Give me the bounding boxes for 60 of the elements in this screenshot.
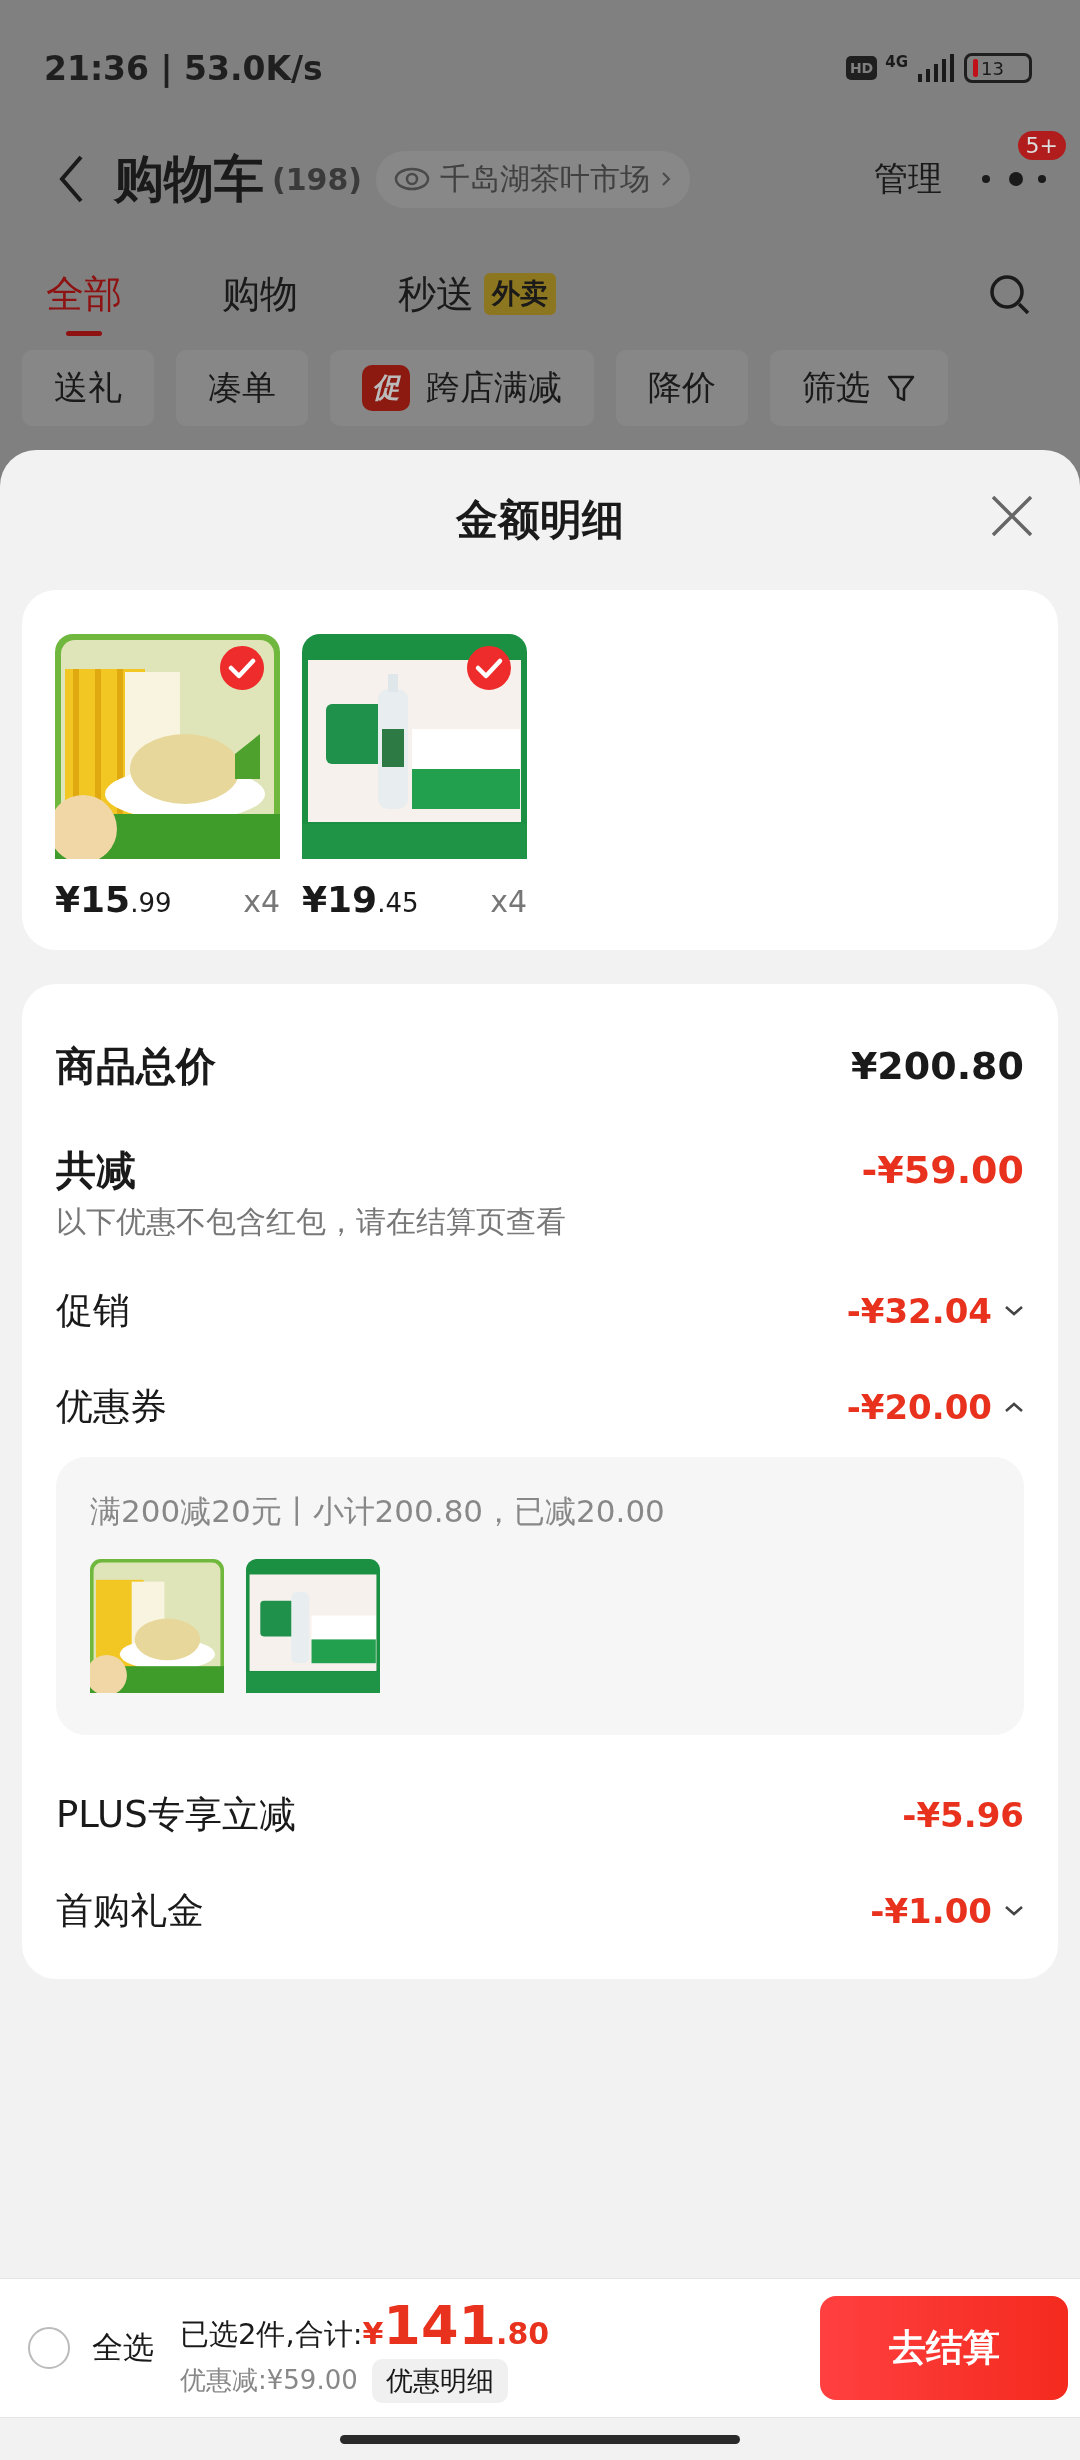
close-icon[interactable]: [990, 494, 1034, 538]
store-name: 千岛湖茶叶市场: [440, 159, 651, 198]
row-label: 优惠券: [56, 1384, 167, 1430]
checkout-button[interactable]: 去结算: [820, 2296, 1068, 2400]
selection-summary: 已选2件,合计:: [180, 2315, 363, 2353]
manage-button[interactable]: 管理: [874, 156, 942, 202]
filter-chip[interactable]: 凑单: [176, 350, 308, 426]
store-link[interactable]: 千岛湖茶叶市场: [376, 150, 691, 208]
filter-chip[interactable]: 促 跨店满减: [330, 350, 594, 426]
filter-chip[interactable]: 降价: [616, 350, 748, 426]
item-count: (198): [272, 161, 363, 197]
back-icon[interactable]: [58, 154, 84, 204]
discount-amount: -¥1.00: [870, 1891, 992, 1931]
coupon-summary: 满200减20元丨小计200.80，已减20.00: [90, 1492, 666, 1531]
note-text: 以下优惠不包含红包，请在结算页查看: [56, 1203, 567, 1241]
notification-badge: 5+: [1017, 131, 1066, 160]
network-type: 4G: [885, 53, 908, 71]
select-all-radio[interactable]: [28, 2327, 70, 2369]
delivery-tag: 外卖: [484, 273, 556, 315]
product-price: ¥19.45: [302, 879, 419, 920]
product-quantity: x4: [490, 884, 527, 919]
discount-summary: 优惠减:¥59.00: [180, 2364, 358, 2397]
status-time: 21:36 | 53.0K/s: [44, 48, 323, 88]
promo-tag: 促: [362, 365, 410, 411]
checkout-total: ¥141.80: [362, 2293, 550, 2357]
filter-icon: [886, 373, 916, 403]
tab[interactable]: 秒送 外卖: [398, 254, 556, 336]
chevron-down-icon[interactable]: [1004, 1905, 1024, 1917]
chevron-up-icon[interactable]: [1004, 1401, 1024, 1413]
hd-indicator: HD: [845, 56, 878, 80]
discount-detail-button[interactable]: 优惠明细: [371, 2358, 508, 2403]
discount-amount: -¥32.04: [846, 1291, 992, 1331]
chevron-right-icon: [660, 170, 673, 188]
sheet-title: 金额明细: [456, 494, 624, 546]
row-label: PLUS专享立减: [56, 1792, 296, 1838]
discount-amount: -¥20.00: [846, 1387, 992, 1427]
page-title: 购物车: [114, 148, 264, 210]
row-label: 首购礼金: [56, 1888, 204, 1934]
signal-icon: [916, 54, 956, 82]
chevron-down-icon[interactable]: [1004, 1305, 1024, 1317]
checked-icon[interactable]: [220, 646, 264, 690]
select-all-label[interactable]: 全选: [92, 2327, 154, 2369]
chip-label: 筛选: [802, 366, 870, 409]
saved-amount: -¥59.00: [861, 1148, 1024, 1192]
search-icon[interactable]: [988, 273, 1032, 317]
home-indicator[interactable]: [340, 2434, 740, 2444]
total-amount: ¥200.80: [850, 1044, 1024, 1088]
row-label: 促销: [56, 1288, 130, 1334]
discount-amount: -¥5.96: [902, 1795, 1024, 1835]
product-quantity: x4: [243, 884, 280, 919]
row-label: 共减: [56, 1145, 136, 1195]
battery-indicator: 13: [964, 53, 1032, 83]
product-price: ¥15.99: [55, 879, 172, 920]
eye-icon: [394, 167, 431, 191]
filter-chip[interactable]: 筛选: [770, 350, 948, 426]
filter-chip[interactable]: 送礼: [22, 350, 154, 426]
chip-label: 跨店满减: [426, 366, 562, 409]
tab[interactable]: 购物: [222, 254, 298, 336]
row-label: 商品总价: [56, 1041, 216, 1091]
checked-icon[interactable]: [467, 646, 511, 690]
